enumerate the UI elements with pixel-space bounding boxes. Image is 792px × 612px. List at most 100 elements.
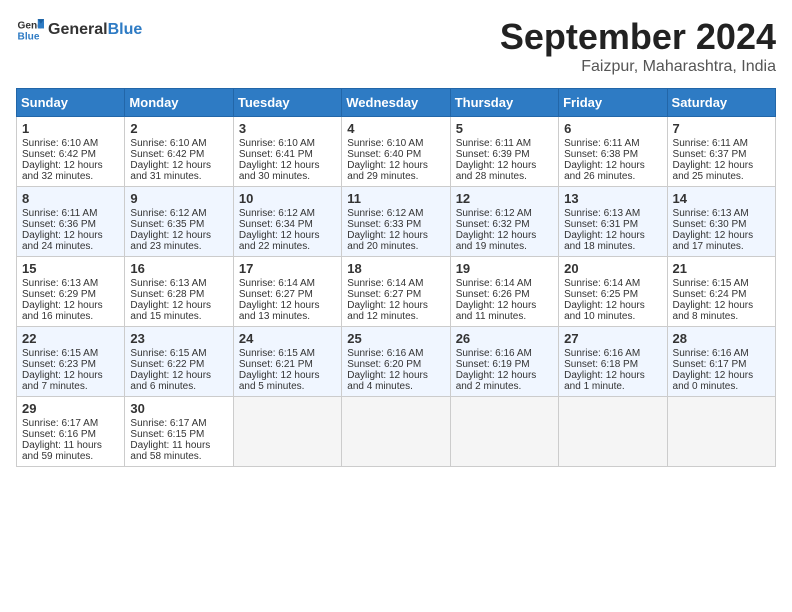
sunrise-text: Sunrise: 6:16 AM — [347, 348, 423, 359]
daylight-label: Daylight: 12 hours and 13 minutes. — [239, 300, 320, 322]
sunset-text: Sunset: 6:22 PM — [130, 359, 204, 370]
sunrise-text: Sunrise: 6:16 AM — [456, 348, 532, 359]
month-title: September 2024 — [500, 16, 776, 58]
daylight-label: Daylight: 12 hours and 29 minutes. — [347, 160, 428, 182]
day-number: 5 — [456, 121, 553, 136]
sunset-text: Sunset: 6:19 PM — [456, 359, 530, 370]
table-row: 5 Sunrise: 6:11 AM Sunset: 6:39 PM Dayli… — [450, 117, 558, 187]
sunrise-text: Sunrise: 6:15 AM — [673, 278, 749, 289]
location-title: Faizpur, Maharashtra, India — [500, 58, 776, 76]
sunrise-text: Sunrise: 6:12 AM — [239, 208, 315, 219]
table-row: 15 Sunrise: 6:13 AM Sunset: 6:29 PM Dayl… — [17, 257, 125, 327]
sunset-text: Sunset: 6:42 PM — [130, 149, 204, 160]
sunrise-text: Sunrise: 6:11 AM — [564, 138, 639, 149]
day-number: 6 — [564, 121, 661, 136]
sunset-text: Sunset: 6:23 PM — [22, 359, 96, 370]
table-row: 29 Sunrise: 6:17 AM Sunset: 6:16 PM Dayl… — [17, 397, 125, 467]
sunrise-text: Sunrise: 6:10 AM — [22, 138, 98, 149]
table-row: 8 Sunrise: 6:11 AM Sunset: 6:36 PM Dayli… — [17, 187, 125, 257]
sunset-text: Sunset: 6:20 PM — [347, 359, 421, 370]
day-number: 7 — [673, 121, 770, 136]
table-row: 19 Sunrise: 6:14 AM Sunset: 6:26 PM Dayl… — [450, 257, 558, 327]
sunset-text: Sunset: 6:33 PM — [347, 219, 421, 230]
daylight-label: Daylight: 12 hours and 2 minutes. — [456, 370, 537, 392]
day-number: 1 — [22, 121, 119, 136]
table-row: 26 Sunrise: 6:16 AM Sunset: 6:19 PM Dayl… — [450, 327, 558, 397]
table-row: 16 Sunrise: 6:13 AM Sunset: 6:28 PM Dayl… — [125, 257, 233, 327]
sunrise-text: Sunrise: 6:15 AM — [130, 348, 206, 359]
day-number: 17 — [239, 261, 336, 276]
sunrise-text: Sunrise: 6:14 AM — [564, 278, 640, 289]
day-number: 20 — [564, 261, 661, 276]
sunset-text: Sunset: 6:21 PM — [239, 359, 313, 370]
table-row — [342, 397, 450, 467]
day-number: 3 — [239, 121, 336, 136]
day-number: 12 — [456, 191, 553, 206]
sunrise-text: Sunrise: 6:13 AM — [564, 208, 640, 219]
daylight-label: Daylight: 12 hours and 26 minutes. — [564, 160, 645, 182]
sunset-text: Sunset: 6:39 PM — [456, 149, 530, 160]
daylight-label: Daylight: 12 hours and 28 minutes. — [456, 160, 537, 182]
sunrise-text: Sunrise: 6:14 AM — [239, 278, 315, 289]
day-number: 9 — [130, 191, 227, 206]
col-tuesday: Tuesday — [233, 89, 341, 117]
sunrise-text: Sunrise: 6:17 AM — [22, 418, 98, 429]
table-row: 17 Sunrise: 6:14 AM Sunset: 6:27 PM Dayl… — [233, 257, 341, 327]
day-number: 11 — [347, 191, 444, 206]
day-number: 27 — [564, 331, 661, 346]
day-number: 23 — [130, 331, 227, 346]
table-row — [667, 397, 775, 467]
daylight-label: Daylight: 12 hours and 22 minutes. — [239, 230, 320, 252]
svg-text:Blue: Blue — [18, 31, 40, 42]
daylight-label: Daylight: 12 hours and 11 minutes. — [456, 300, 537, 322]
sunset-text: Sunset: 6:31 PM — [564, 219, 638, 230]
sunset-text: Sunset: 6:37 PM — [673, 149, 747, 160]
sunrise-text: Sunrise: 6:13 AM — [130, 278, 206, 289]
table-row: 21 Sunrise: 6:15 AM Sunset: 6:24 PM Dayl… — [667, 257, 775, 327]
col-friday: Friday — [559, 89, 667, 117]
day-number: 14 — [673, 191, 770, 206]
table-row: 3 Sunrise: 6:10 AM Sunset: 6:41 PM Dayli… — [233, 117, 341, 187]
col-thursday: Thursday — [450, 89, 558, 117]
daylight-label: Daylight: 12 hours and 20 minutes. — [347, 230, 428, 252]
daylight-label: Daylight: 12 hours and 5 minutes. — [239, 370, 320, 392]
daylight-label: Daylight: 12 hours and 6 minutes. — [130, 370, 211, 392]
day-number: 19 — [456, 261, 553, 276]
table-row: 13 Sunrise: 6:13 AM Sunset: 6:31 PM Dayl… — [559, 187, 667, 257]
table-row: 2 Sunrise: 6:10 AM Sunset: 6:42 PM Dayli… — [125, 117, 233, 187]
day-number: 13 — [564, 191, 661, 206]
day-number: 30 — [130, 401, 227, 416]
daylight-label: Daylight: 12 hours and 1 minute. — [564, 370, 645, 392]
sunset-text: Sunset: 6:25 PM — [564, 289, 638, 300]
day-number: 21 — [673, 261, 770, 276]
sunset-text: Sunset: 6:42 PM — [22, 149, 96, 160]
table-row: 23 Sunrise: 6:15 AM Sunset: 6:22 PM Dayl… — [125, 327, 233, 397]
sunset-text: Sunset: 6:16 PM — [22, 429, 96, 440]
sunrise-text: Sunrise: 6:15 AM — [239, 348, 315, 359]
sunset-text: Sunset: 6:29 PM — [22, 289, 96, 300]
sunset-text: Sunset: 6:27 PM — [239, 289, 313, 300]
sunrise-text: Sunrise: 6:16 AM — [564, 348, 640, 359]
daylight-label: Daylight: 11 hours and 59 minutes. — [22, 440, 102, 462]
daylight-label: Daylight: 12 hours and 18 minutes. — [564, 230, 645, 252]
daylight-label: Daylight: 12 hours and 7 minutes. — [22, 370, 103, 392]
sunset-text: Sunset: 6:24 PM — [673, 289, 747, 300]
day-number: 22 — [22, 331, 119, 346]
daylight-label: Daylight: 11 hours and 58 minutes. — [130, 440, 210, 462]
day-number: 29 — [22, 401, 119, 416]
sunset-text: Sunset: 6:38 PM — [564, 149, 638, 160]
daylight-label: Daylight: 12 hours and 31 minutes. — [130, 160, 211, 182]
table-row: 20 Sunrise: 6:14 AM Sunset: 6:25 PM Dayl… — [559, 257, 667, 327]
sunrise-text: Sunrise: 6:14 AM — [347, 278, 423, 289]
daylight-label: Daylight: 12 hours and 15 minutes. — [130, 300, 211, 322]
daylight-label: Daylight: 12 hours and 8 minutes. — [673, 300, 754, 322]
col-saturday: Saturday — [667, 89, 775, 117]
sunset-text: Sunset: 6:32 PM — [456, 219, 530, 230]
sunrise-text: Sunrise: 6:17 AM — [130, 418, 206, 429]
sunrise-text: Sunrise: 6:11 AM — [22, 208, 97, 219]
sunset-text: Sunset: 6:34 PM — [239, 219, 313, 230]
logo-blue-text: Blue — [108, 21, 143, 38]
daylight-label: Daylight: 12 hours and 32 minutes. — [22, 160, 103, 182]
day-number: 25 — [347, 331, 444, 346]
sunset-text: Sunset: 6:27 PM — [347, 289, 421, 300]
